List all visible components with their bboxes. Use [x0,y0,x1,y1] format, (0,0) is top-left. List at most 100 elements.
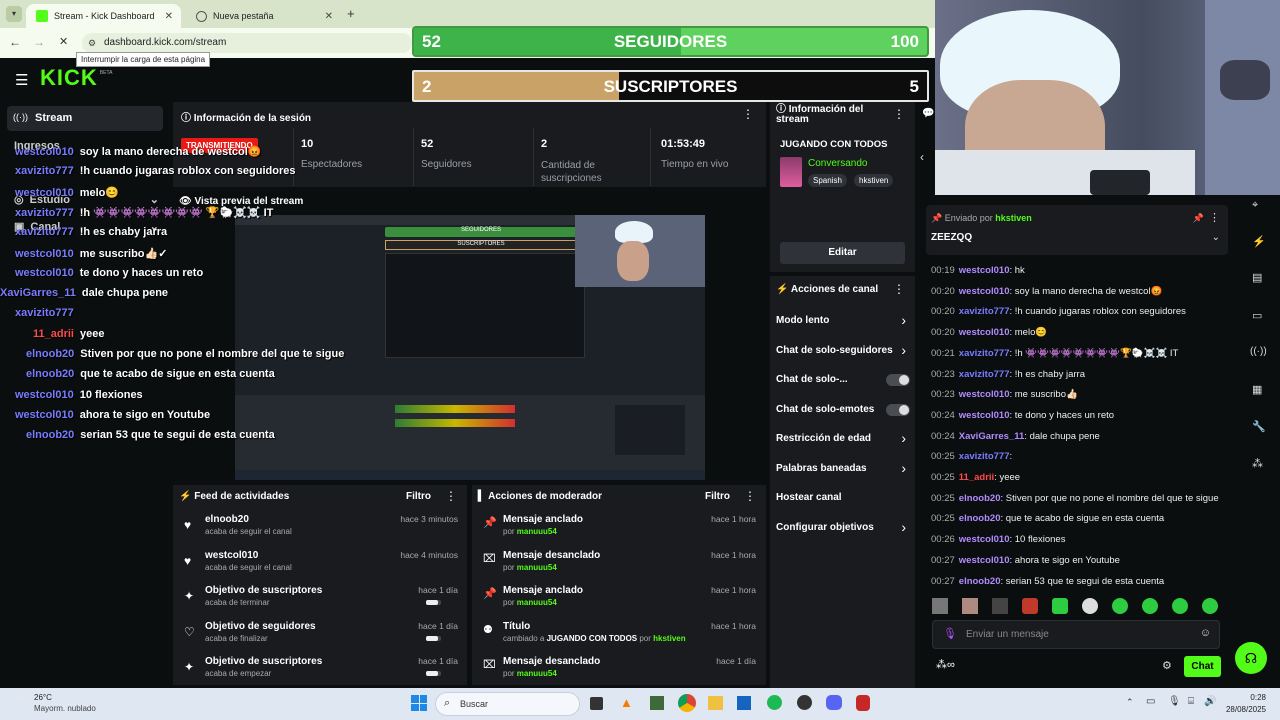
mod-action-item[interactable]: ⚉ Título cambiado a JUGANDO CON TODOS por … [472,619,766,653]
weather-desc[interactable]: Mayorm. nublado [34,704,96,713]
chat-user[interactable]: westcol010 [959,534,1010,545]
mic-icon[interactable]: 🎙 [943,627,957,640]
wrench-icon[interactable]: 🔧 [1252,420,1266,433]
chat-message[interactable]: 00:19 westcol010: hk [931,265,1025,276]
discord-icon[interactable] [826,695,842,710]
channel-action-item[interactable]: Restricción de edad › [776,430,910,450]
forward-icon[interactable]: → [33,35,45,49]
mic-icon[interactable]: 🎙 [1168,696,1181,707]
more-options-icon[interactable]: ⋮ [742,107,754,121]
chat-user[interactable]: 11_adrii [959,472,994,483]
more-options-icon[interactable]: ⋮ [893,282,905,296]
windows-start-icon[interactable] [411,695,427,711]
chat-user[interactable]: westcol010 [959,555,1010,566]
mod-action-user[interactable]: manuuu54 [517,563,557,572]
lightning-icon[interactable]: ⚡ [1252,235,1266,248]
obs-icon[interactable] [797,695,812,710]
clock-time[interactable]: 0:28 [1224,693,1266,702]
emote[interactable] [932,598,948,614]
chat-message[interactable]: 00:25 11_adrii: yeee [931,472,1020,483]
unpin-icon[interactable]: 📌 [1193,213,1204,224]
chat-user[interactable]: xavizito777 [959,369,1010,380]
broadcast-icon[interactable]: ((·)) [1250,346,1267,357]
mod-action-item[interactable]: ⌧ Mensaje desanclado por manuuu54 hace 1 dí… [472,654,766,688]
chat-user[interactable]: xavizito777 [959,451,1010,462]
stop-icon[interactable]: ✕ [59,35,68,48]
more-options-icon[interactable]: ⋮ [1209,211,1220,224]
game-icon[interactable] [856,695,870,711]
taskbar-search[interactable]: ⌕ Buscar [435,692,580,716]
weather-temp[interactable]: 26°C [34,693,52,702]
chevron-down-icon[interactable]: ⌄ [1212,232,1220,243]
more-options-icon[interactable]: ⋮ [744,489,756,503]
focus-icon[interactable]: ⌖ [1252,199,1258,212]
kick-logo[interactable]: KICK BETA [40,66,112,90]
chat-user[interactable]: XaviGarres_11 [959,431,1025,442]
headset-support-button[interactable]: ☊ [1235,642,1267,674]
task-view-icon[interactable] [590,697,603,710]
new-tab-icon[interactable]: + [347,6,355,21]
chat-user[interactable]: westcol010 [959,286,1010,297]
chat-message[interactable]: 00:20 westcol010: melo😊 [931,327,1047,338]
community-icon[interactable]: ⁂∞ [936,658,955,671]
toggle-switch[interactable] [886,374,910,386]
chat-user[interactable]: westcol010 [959,410,1010,421]
channel-action-item[interactable]: Modo lento › [776,312,910,332]
emote[interactable] [962,598,978,614]
back-icon[interactable]: ← [9,35,21,49]
category-name[interactable]: Conversando [808,158,867,169]
mod-action-user[interactable]: manuuu54 [517,598,557,607]
chat-user[interactable]: westcol010 [959,265,1010,276]
mod-action-item[interactable]: 📌 Mensaje anclado por manuuu54 hace 1 hora [472,583,766,617]
chat-message[interactable]: 00:20 xavizito777: !h cuando jugaras robl… [931,306,1186,317]
emote[interactable] [992,598,1008,614]
site-info-icon[interactable]: ⚙ [88,33,96,53]
vlc-icon[interactable]: ▲ [620,695,633,710]
emote[interactable] [1202,598,1218,614]
channel-action-item[interactable]: Chat de solo-seguidores › [776,342,910,362]
activity-item[interactable]: ✦ Objetivo de suscriptores acaba de termin… [173,583,467,617]
sidebar-item-stream[interactable]: ((·)) Stream [7,106,163,131]
close-tab-icon[interactable]: ✕ [325,11,333,22]
tab-new[interactable]: Nueva pestaña ✕ [186,4,341,28]
chevron-left-icon[interactable]: ‹ [920,150,924,164]
more-options-icon[interactable]: ⋮ [445,489,457,503]
document-icon[interactable]: ▤ [1252,271,1262,284]
battery-icon[interactable]: ▭ [1146,696,1155,707]
mod-action-user[interactable]: manuuu54 [517,527,557,536]
mod-action-user[interactable]: manuuu54 [517,669,557,678]
chat-user[interactable]: xavizito777 [959,306,1010,317]
chat-message[interactable]: 00:25 xavizito777: [931,451,1012,462]
network-icon[interactable]: ⌸ [1188,696,1194,707]
mod-action-item[interactable]: 📌 Mensaje anclado por manuuu54 hace 1 hora [472,512,766,546]
emoji-icon[interactable]: ☺ [1200,627,1211,639]
chat-message[interactable]: 00:24 XaviGarres_11: dale chupa pene [931,431,1100,442]
volume-icon[interactable]: 🔊 [1204,696,1216,707]
mod-action-item[interactable]: ⌧ Mensaje desanclado por manuuu54 hace 1 ho… [472,548,766,582]
chat-user[interactable]: xavizito777 [959,348,1010,359]
activity-item[interactable]: ♡ Objetivo de seguidores acaba de finaliza… [173,619,467,653]
tab-kick-dashboard[interactable]: Stream - Kick Dashboard ✕ [26,4,181,28]
channel-action-item[interactable]: Chat de solo-... [776,371,910,391]
chat-message[interactable]: 00:24 westcol010: te dono y haces un reto [931,410,1114,421]
close-tab-icon[interactable]: ✕ [165,11,173,22]
gear-icon[interactable]: ⚙ [1162,659,1172,672]
filter-button[interactable]: Filtro [406,491,431,502]
channel-action-item[interactable]: Configurar objetivos › [776,519,910,539]
tab-list-icon[interactable]: ▾ [6,6,22,22]
chat-user[interactable]: westcol010 [959,327,1010,338]
chat-message[interactable]: 00:20 westcol010: soy la mano derecha de … [931,286,1162,297]
chat-message[interactable]: 00:23 westcol010: me suscribo👍🏻 [931,389,1078,400]
chevron-up-icon[interactable]: ⌃ [1126,697,1134,708]
chat-user[interactable]: westcol010 [959,389,1010,400]
emote[interactable] [1022,598,1038,614]
clock-date[interactable]: 28/08/2025 [1224,705,1266,714]
chat-message[interactable]: 00:21 xavizito777: !h 👾👾👾👾👾👾👾👾🏆🐑☠️☠️ IT [931,348,1178,359]
edit-button[interactable]: Editar [780,242,905,264]
chat-message[interactable]: 00:27 westcol010: ahora te sigo en Youtub… [931,555,1120,566]
minecraft-icon[interactable] [650,696,664,710]
filter-button[interactable]: Filtro [705,491,730,502]
chat-user[interactable]: elnoob20 [959,493,1001,504]
activity-item[interactable]: ♥ elnoob20 acaba de seguir el canal hace 3 … [173,512,467,546]
community-icon[interactable]: ⁂ [1252,457,1263,470]
